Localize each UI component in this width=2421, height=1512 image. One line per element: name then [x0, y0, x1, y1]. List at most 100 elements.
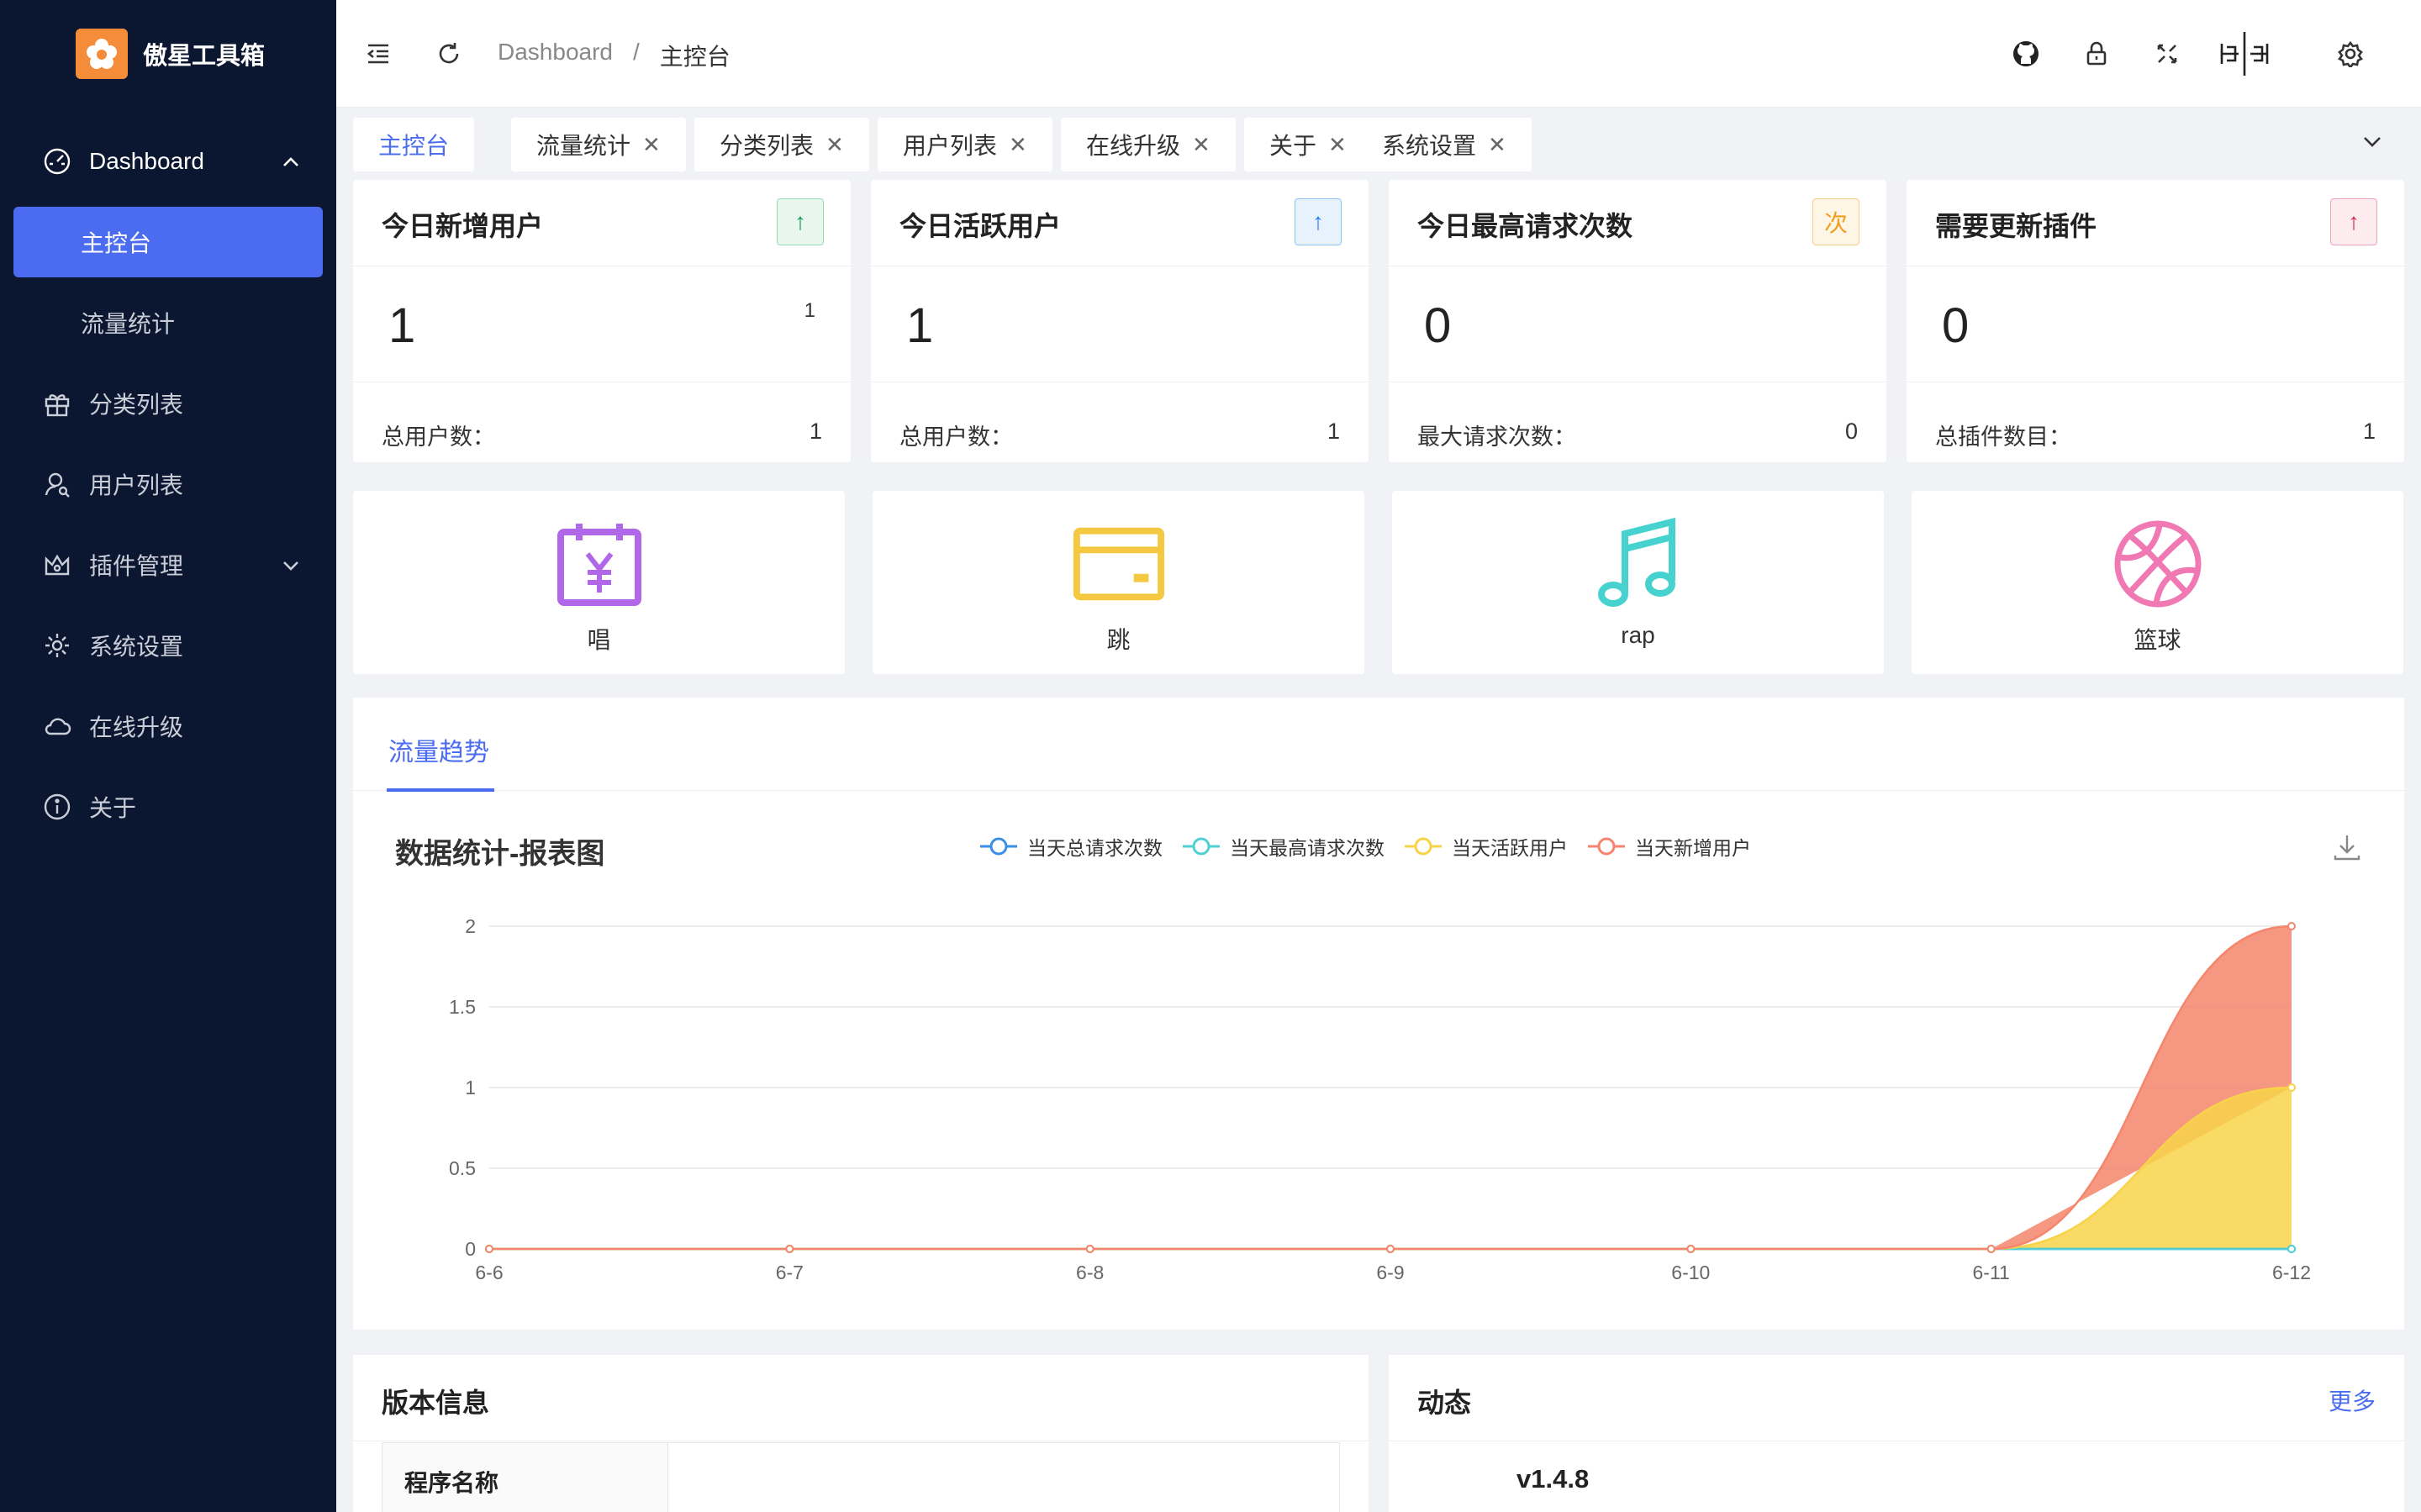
sidebar-item-categories[interactable]: 分类列表: [0, 363, 336, 444]
y-tick-label: 1: [465, 1077, 476, 1098]
music-note-icon: [1592, 517, 1685, 610]
fullscreen-icon[interactable]: [2147, 34, 2187, 74]
quick-card-sing[interactable]: 唱: [353, 491, 845, 674]
user-search-icon: [42, 469, 72, 499]
quick-card-dance[interactable]: 跳: [873, 491, 1364, 674]
info-icon: [42, 792, 72, 822]
sidebar-item-users[interactable]: 用户列表: [0, 444, 336, 524]
sidebar-item-label: 系统设置: [89, 634, 184, 660]
brand[interactable]: 傲星工具箱: [76, 29, 265, 79]
tab-settings[interactable]: 系统设置 ✕: [1357, 118, 1532, 171]
area-chart: 0 0.5 1 1.5 2 6-6 6-7 6-8 6-9 6-10 6-11 6-12: [449, 835, 2360, 1283]
more-link[interactable]: 更多: [2329, 1383, 2376, 1417]
arrow-up-icon: ↑: [1295, 198, 1342, 245]
github-icon[interactable]: [2006, 34, 2046, 74]
chevron-up-icon: [281, 151, 301, 178]
stat-card-plugin-updates: 需要更新插件 ↑ 0 总插件数目： 1: [1907, 180, 2404, 462]
chevron-down-icon[interactable]: [2360, 129, 2384, 157]
data-point: [1986, 1245, 1996, 1253]
sidebar-menu: Dashboard 主控台 流量统计 分类列表 用户列表 插件管理 系统设置 在…: [0, 121, 336, 847]
chart-grid: [489, 925, 2292, 1250]
tab-label: 系统设置: [1382, 133, 1477, 159]
app-title: 傲星工具箱: [143, 43, 266, 70]
column-width-icon[interactable]: [2218, 32, 2271, 76]
stat-foot-label: 总插件数目：: [1935, 424, 2071, 450]
tab-label: 流量统计: [536, 133, 631, 159]
news-item-version[interactable]: v1.4.8: [1516, 1464, 1589, 1494]
sidebar-item-label: Dashboard: [89, 148, 204, 174]
tab-label: 关于: [1269, 133, 1317, 159]
quick-card-rap[interactable]: rap: [1392, 491, 1884, 674]
sidebar-item-label: 用户列表: [89, 472, 184, 498]
tab-label: 主控台: [378, 133, 450, 159]
tab-users[interactable]: 用户列表 ✕: [878, 118, 1052, 171]
crown-icon: [42, 550, 72, 580]
close-icon[interactable]: ✕: [1328, 132, 1347, 158]
close-icon[interactable]: ✕: [825, 132, 844, 158]
flower-logo-icon: [76, 29, 128, 79]
stat-value: 0: [1424, 298, 1452, 353]
sidebar-item-about[interactable]: 关于: [0, 767, 336, 847]
stat-card-new-users: 今日新增用户 ↑ 1 1 总用户数： 1: [353, 180, 851, 462]
x-tick-label: 6-6: [475, 1262, 503, 1283]
news-panel: 动态 更多 v1.4.8: [1389, 1355, 2404, 1512]
sidebar-item-settings[interactable]: 系统设置: [0, 605, 336, 686]
sidebar-item-traffic[interactable]: 流量统计: [0, 282, 336, 363]
close-icon[interactable]: ✕: [1488, 132, 1506, 158]
stat-foot-value: 1: [2362, 419, 2376, 444]
tab-upgrade[interactable]: 在线升级 ✕: [1061, 118, 1236, 171]
close-icon[interactable]: ✕: [1009, 132, 1027, 158]
lock-icon[interactable]: [2076, 34, 2117, 74]
close-icon[interactable]: ✕: [1192, 132, 1210, 158]
stat-title: 今日新增用户: [382, 211, 544, 241]
tab-traffic[interactable]: 流量统计 ✕: [511, 118, 686, 171]
gear-icon: [42, 630, 72, 661]
close-icon[interactable]: ✕: [642, 132, 661, 158]
stat-foot-value: 0: [1844, 419, 1858, 444]
breadcrumb-dashboard[interactable]: Dashboard: [498, 39, 613, 72]
stat-title: 今日最高请求次数: [1417, 211, 1633, 241]
settings-icon[interactable]: [2330, 34, 2371, 74]
chart-y-ticks: 0 0.5 1 1.5 2: [449, 915, 476, 1260]
quick-card-basketball[interactable]: 篮球: [1912, 491, 2403, 674]
y-tick-label: 2: [465, 915, 476, 937]
data-point: [1386, 1245, 1395, 1253]
stat-title: 今日活跃用户: [899, 211, 1062, 241]
quick-label: rap: [1621, 622, 1655, 648]
arrow-up-icon: ↑: [777, 198, 824, 245]
download-icon[interactable]: [2334, 835, 2360, 861]
sidebar-item-label: 在线升级: [89, 714, 184, 740]
tabs-bar: 主控台 流量统计 ✕ 分类列表 ✕ 用户列表 ✕ 在线升级 ✕ 关于 ✕ 系统设置 ✕: [336, 108, 2421, 176]
times-badge: 次: [1812, 198, 1859, 245]
gift-icon: [42, 388, 72, 419]
refresh-icon[interactable]: [429, 34, 469, 74]
tab-about[interactable]: 关于 ✕: [1244, 118, 1372, 171]
x-tick-label: 6-12: [2272, 1262, 2311, 1283]
panel-title: 动态: [1417, 1388, 1472, 1418]
app-root: 傲星工具箱 Dashboard 主控台 流量统计 分类列表 用户列表 插件管理 …: [0, 0, 2421, 1512]
basketball-icon: [2112, 518, 2204, 610]
x-tick-label: 6-11: [1973, 1262, 2010, 1283]
sidebar-item-plugins[interactable]: 插件管理: [0, 524, 336, 605]
data-point: [785, 1245, 794, 1253]
quick-label: 篮球: [2134, 627, 2181, 653]
data-point: [485, 1245, 493, 1253]
sidebar-item-upgrade[interactable]: 在线升级: [0, 686, 336, 767]
x-tick-label: 6-7: [776, 1262, 804, 1283]
sidebar-item-console[interactable]: 主控台: [13, 207, 323, 277]
sidebar-item-label: 分类列表: [89, 392, 184, 418]
breadcrumb-current: 主控台: [659, 44, 731, 70]
version-table: 程序名称: [382, 1442, 1340, 1512]
chevron-down-icon: [281, 555, 301, 582]
sidebar-item-dashboard[interactable]: Dashboard: [0, 121, 336, 202]
calendar-yen-icon: [553, 518, 646, 610]
menu-fold-icon[interactable]: [358, 34, 398, 74]
tab-label: 在线升级: [1086, 133, 1181, 159]
stat-card-max-requests: 今日最高请求次数 次 0 最大请求次数： 0: [1389, 180, 1886, 462]
data-point: [2287, 1083, 2296, 1092]
tab-console[interactable]: 主控台: [353, 118, 475, 171]
tab-categories[interactable]: 分类列表 ✕: [694, 118, 869, 171]
stat-foot-label: 最大请求次数：: [1417, 424, 1576, 450]
stat-foot-value: 1: [809, 419, 822, 444]
x-tick-label: 6-10: [1671, 1262, 1710, 1283]
